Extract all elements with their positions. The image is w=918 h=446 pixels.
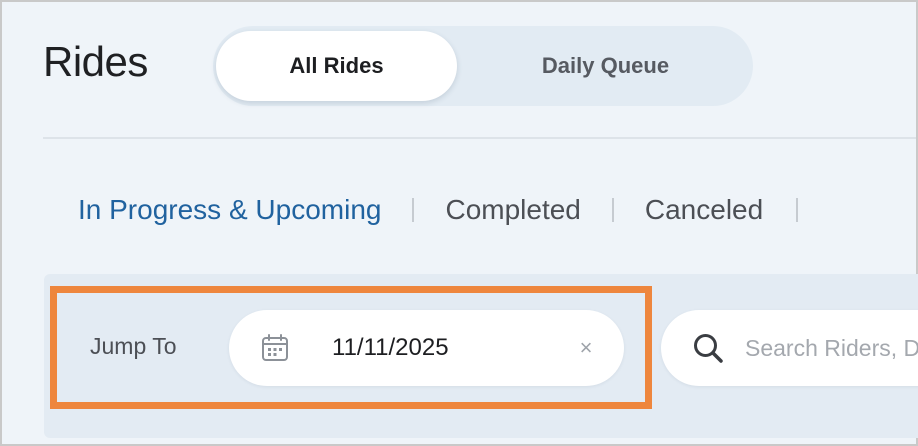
- tab-completed[interactable]: Completed: [445, 194, 580, 226]
- search-icon: [694, 334, 723, 363]
- tab-separator: [412, 198, 415, 222]
- page-title: Rides: [43, 38, 148, 85]
- search-input[interactable]: [745, 328, 918, 368]
- header-divider: [43, 137, 916, 139]
- date-picker[interactable]: 11/11/2025 ×: [229, 310, 624, 386]
- clear-date-icon[interactable]: ×: [576, 335, 596, 361]
- tab-separator: [611, 198, 614, 222]
- tab-in-progress-upcoming[interactable]: In Progress & Upcoming: [78, 194, 381, 226]
- date-value[interactable]: 11/11/2025: [332, 334, 449, 362]
- tab-separator: [796, 198, 799, 222]
- view-toggle-daily-queue[interactable]: Daily Queue: [463, 31, 748, 101]
- tab-canceled[interactable]: Canceled: [645, 194, 763, 226]
- search-box: [661, 310, 918, 386]
- view-toggle: All Rides Daily Queue: [213, 26, 753, 106]
- calendar-icon: [262, 334, 288, 361]
- jump-to-label: Jump To: [90, 333, 177, 359]
- status-tabs: In Progress & Upcoming Completed Cancele…: [78, 188, 799, 232]
- view-toggle-all-rides[interactable]: All Rides: [216, 31, 457, 101]
